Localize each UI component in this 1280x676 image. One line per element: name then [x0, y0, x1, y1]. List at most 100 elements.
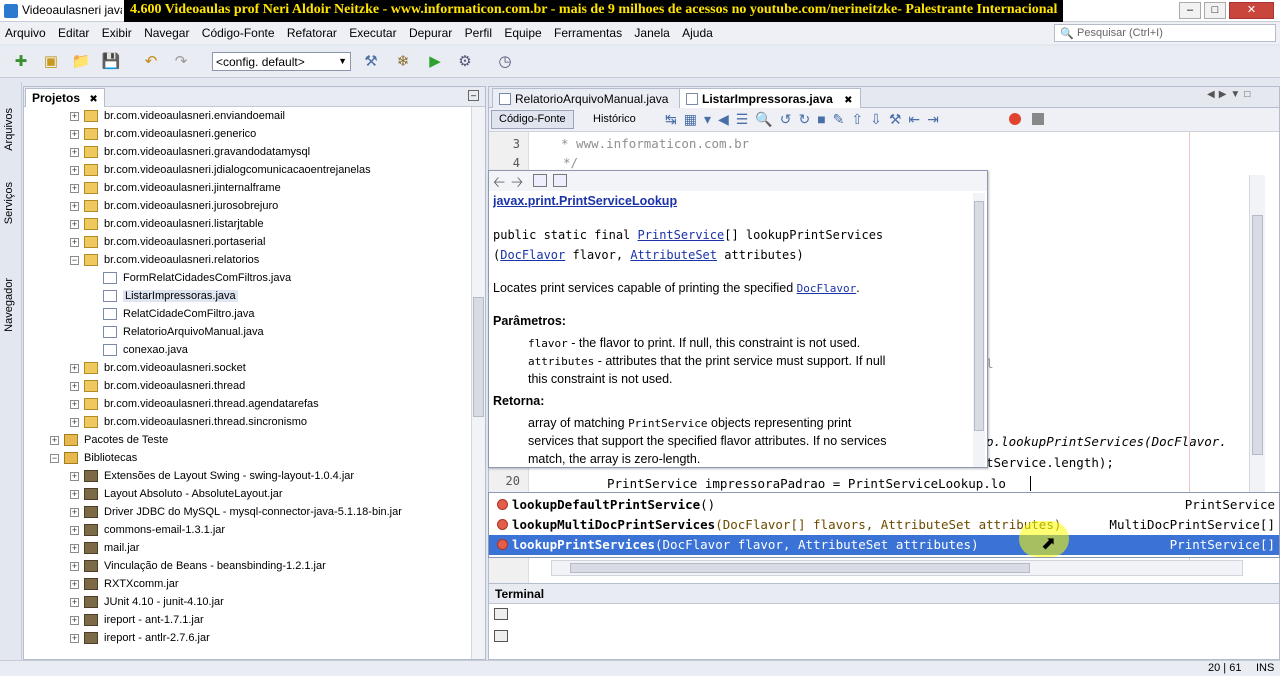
- scrollbar-thumb[interactable]: [570, 563, 1030, 573]
- tree-row[interactable]: + Driver JDBC do MySQL - mysql-connector-…: [24, 504, 464, 522]
- editor-actions-icons[interactable]: ↹▦▾◀☰🔍↺↻■✎⇧⇩⚒⇤⇥: [665, 111, 946, 128]
- tab-terminal[interactable]: Terminal: [495, 587, 544, 601]
- tree-row[interactable]: + br.com.videoaulasneri.gravandodatamysql: [24, 144, 464, 162]
- expand-icon[interactable]: +: [70, 598, 79, 607]
- scrollbar-thumb[interactable]: [473, 297, 484, 417]
- tree-row[interactable]: + Extensões de Layout Swing - swing-layou…: [24, 468, 464, 486]
- tree-row[interactable]: + br.com.videoaulasneri.socket: [24, 360, 464, 378]
- tab-codigo-fonte[interactable]: Código-Fonte: [491, 110, 574, 129]
- menu-ajuda[interactable]: Ajuda: [677, 22, 717, 40]
- code-line-comment-end[interactable]: */: [563, 155, 578, 170]
- expand-icon[interactable]: +: [70, 112, 79, 121]
- expand-icon[interactable]: +: [70, 616, 79, 625]
- save-all-icon[interactable]: 💾: [100, 51, 122, 73]
- editor-scrollbar[interactable]: [1249, 175, 1265, 515]
- menu-arquivo[interactable]: Arquivo: [0, 22, 50, 40]
- expand-icon[interactable]: +: [70, 634, 79, 643]
- tab-listar-impressoras[interactable]: ListarImpressoras.java ✖: [679, 88, 862, 108]
- expand-icon[interactable]: +: [70, 148, 79, 157]
- tree-row[interactable]: conexao.java: [24, 342, 464, 360]
- expand-icon[interactable]: +: [70, 544, 79, 553]
- menu-equipe[interactable]: Equipe: [499, 22, 545, 40]
- code-fragment-lookup[interactable]: p.lookupPrintServices(DocFlavor.: [986, 434, 1227, 449]
- completion-item-selected[interactable]: lookupPrintServices(DocFlavor flavor, At…: [489, 535, 1279, 555]
- menu-refatorar[interactable]: Refatorar: [282, 22, 341, 40]
- menu-executar[interactable]: Executar: [344, 22, 400, 40]
- tree-row[interactable]: + br.com.videoaulasneri.generico: [24, 126, 464, 144]
- expand-icon[interactable]: +: [70, 508, 79, 517]
- search-input[interactable]: 🔍 Pesquisar (Ctrl+I): [1054, 24, 1276, 42]
- redo-icon[interactable]: ↷: [170, 51, 192, 73]
- side-tab-arquivos[interactable]: Arquivos: [3, 108, 15, 151]
- tree-row[interactable]: + br.com.videoaulasneri.thread.sincronism…: [24, 414, 464, 432]
- maximize-button[interactable]: □: [1204, 2, 1226, 19]
- tree-row[interactable]: FormRelatCidadesComFiltros.java: [24, 270, 464, 288]
- collapse-icon[interactable]: −: [70, 256, 79, 265]
- menu-exibir[interactable]: Exibir: [97, 22, 136, 40]
- close-button[interactable]: ✕: [1229, 2, 1274, 19]
- new-project-icon[interactable]: ▣: [40, 51, 62, 73]
- tree-row[interactable]: + br.com.videoaulasneri.thread: [24, 378, 464, 396]
- javadoc-scrollbar[interactable]: [973, 193, 985, 467]
- tree-row[interactable]: + br.com.videoaulasneri.enviandoemail: [24, 108, 464, 126]
- tree-row[interactable]: + Layout Absoluto - AbsoluteLayout.jar: [24, 486, 464, 504]
- javadoc-class-link[interactable]: javax.print.PrintServiceLookup: [493, 193, 677, 210]
- scrollbar-thumb[interactable]: [1252, 215, 1263, 455]
- expand-icon[interactable]: +: [70, 202, 79, 211]
- collapse-icon[interactable]: −: [50, 454, 59, 463]
- scrollbar-thumb[interactable]: [974, 201, 984, 431]
- code-line-current[interactable]: PrintService impressoraPadrao = PrintSer…: [607, 476, 1006, 491]
- expand-icon[interactable]: +: [70, 580, 79, 589]
- tree-row[interactable]: + ireport - ant-1.7.1.jar: [24, 612, 464, 630]
- tree-row[interactable]: − Bibliotecas: [24, 450, 464, 468]
- code-line-comment[interactable]: * www.informaticon.com.br: [561, 136, 749, 151]
- new-file-icon[interactable]: ✚: [10, 51, 32, 73]
- code-fragment-length[interactable]: tService.length);: [986, 455, 1114, 470]
- tree-row[interactable]: + br.com.videoaulasneri.portaserial: [24, 234, 464, 252]
- expand-icon[interactable]: +: [70, 490, 79, 499]
- tree-row[interactable]: RelatorioArquivoManual.java: [24, 324, 464, 342]
- close-icon[interactable]: ✖: [844, 95, 852, 106]
- tree-row[interactable]: + RXTXcomm.jar: [24, 576, 464, 594]
- tree-row[interactable]: + br.com.videoaulasneri.listarjtable: [24, 216, 464, 234]
- side-tab-servicos[interactable]: Serviços: [3, 182, 15, 224]
- tree-row[interactable]: + br.com.videoaulasneri.jinternalframe: [24, 180, 464, 198]
- terminal-options-icon[interactable]: [494, 630, 508, 642]
- tree-row[interactable]: − br.com.videoaulasneri.relatorios: [24, 252, 464, 270]
- expand-icon[interactable]: +: [70, 166, 79, 175]
- tree-row[interactable]: + mail.jar: [24, 540, 464, 558]
- tree-row[interactable]: + commons-email-1.3.1.jar: [24, 522, 464, 540]
- menu-ferramentas[interactable]: Ferramentas: [549, 22, 626, 40]
- expand-icon[interactable]: +: [70, 382, 79, 391]
- close-icon[interactable]: ✖: [89, 94, 97, 105]
- editor-hscrollbar[interactable]: [551, 560, 1243, 576]
- tree-row[interactable]: RelatCidadeComFiltro.java: [24, 306, 464, 324]
- completion-item[interactable]: lookupDefaultPrintService() PrintService: [489, 495, 1279, 515]
- menu-perfil[interactable]: Perfil: [460, 22, 496, 40]
- tree-row[interactable]: + Pacotes de Teste: [24, 432, 464, 450]
- macro-stop-icon[interactable]: [1032, 113, 1044, 125]
- clean-build-icon[interactable]: ❄: [392, 51, 414, 73]
- expand-icon[interactable]: +: [70, 526, 79, 535]
- tree-row[interactable]: + br.com.videoaulasneri.jdialogcomunicaca…: [24, 162, 464, 180]
- minimize-button[interactable]: –: [1179, 2, 1201, 19]
- expand-icon[interactable]: +: [70, 472, 79, 481]
- tab-relatorio-arquivo-manual[interactable]: RelatorioArquivoManual.java ✖: [492, 88, 698, 108]
- menu-depurar[interactable]: Depurar: [404, 22, 456, 40]
- tab-projetos[interactable]: Projetos ✖: [25, 88, 105, 107]
- tree-row[interactable]: + ireport - antlr-2.7.6.jar: [24, 630, 464, 648]
- side-tab-navegador[interactable]: Navegador: [3, 278, 15, 332]
- menu-janela[interactable]: Janela: [629, 22, 673, 40]
- profile-icon[interactable]: ◷: [494, 51, 516, 73]
- expand-icon[interactable]: +: [70, 220, 79, 229]
- tab-historico[interactable]: Histórico: [585, 110, 644, 129]
- tree-row[interactable]: ListarImpressoras.java: [24, 288, 464, 306]
- completion-item[interactable]: lookupMultiDocPrintServices(DocFlavor[] …: [489, 515, 1279, 535]
- menu-codigo-fonte[interactable]: Código-Fonte: [197, 22, 279, 40]
- projects-scrollbar[interactable]: [471, 107, 485, 659]
- open-project-icon[interactable]: 📁: [70, 51, 92, 73]
- expand-icon[interactable]: +: [70, 130, 79, 139]
- tree-row[interactable]: + JUnit 4.10 - junit-4.10.jar: [24, 594, 464, 612]
- expand-icon[interactable]: +: [70, 562, 79, 571]
- menu-editar[interactable]: Editar: [53, 22, 93, 40]
